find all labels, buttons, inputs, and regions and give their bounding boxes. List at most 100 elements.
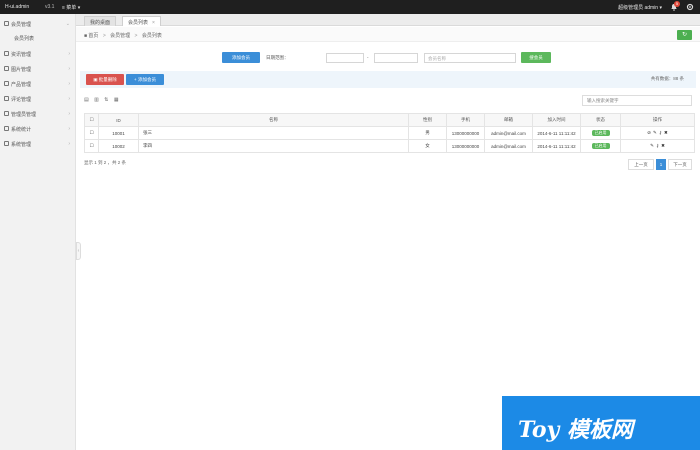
add-member-label: 添加会员 bbox=[137, 77, 156, 82]
cell-email: admin@mail.com bbox=[484, 139, 533, 153]
sidebar-item-admins[interactable]: 管理员管理 › bbox=[0, 108, 76, 120]
search-row: 添加会员 日期范围： - 会员名称 搜会员 bbox=[222, 52, 552, 64]
column-header[interactable]: ID bbox=[98, 113, 139, 127]
column-header[interactable]: 状态 bbox=[580, 113, 621, 127]
show-icon[interactable]: ▤ bbox=[84, 97, 89, 103]
user-icon bbox=[4, 21, 9, 26]
refresh-icon: ↻ bbox=[681, 32, 688, 38]
cell-date: 2014-6-11 11:11:42 bbox=[532, 126, 581, 140]
sidebar-item-images[interactable]: 图片管理 › bbox=[0, 63, 76, 75]
edit-icon[interactable]: ✎ bbox=[650, 143, 654, 148]
cell-phone: 13000000000 bbox=[446, 139, 485, 153]
sidebar-item-label: 产品管理 bbox=[11, 82, 32, 88]
product-icon bbox=[4, 81, 9, 86]
cell-id: 10002 bbox=[98, 139, 139, 153]
table-search-input[interactable]: 输入搜索关键字 bbox=[582, 95, 692, 106]
search-submit-button[interactable]: 搜会员 bbox=[521, 52, 551, 63]
table-header-row: ☐ ID 名称 性别 手机 邮箱 加入时间 状态 操作 bbox=[84, 113, 695, 127]
top-menu-toggle[interactable]: ≡ 菜单 ▾ bbox=[62, 4, 80, 11]
columns-icon[interactable]: ▥ bbox=[94, 97, 99, 103]
settings-icon[interactable] bbox=[686, 3, 694, 11]
column-header[interactable]: 手机 bbox=[446, 113, 485, 127]
breadcrumb-bar: ■ 首页 > 会员管理 > 会员列表 ↻ bbox=[76, 27, 700, 42]
sidebar-item-label: 系统管理 bbox=[11, 142, 32, 148]
refresh-button[interactable]: ↻ bbox=[677, 30, 692, 40]
table-row: ☐ 10001 张三 男 13000000000 admin@mail.com … bbox=[84, 126, 695, 140]
breadcrumb-separator: > bbox=[134, 33, 138, 39]
breadcrumb-level1[interactable]: 会员管理 bbox=[110, 33, 130, 39]
sidebar-item-members[interactable]: 会员管理 ⌄ bbox=[0, 18, 76, 30]
sidebar-item-stats[interactable]: 系统统计 › bbox=[0, 123, 76, 135]
breadcrumb-home[interactable]: 首页 bbox=[88, 33, 98, 39]
batch-delete-label: 批量删除 bbox=[98, 77, 117, 82]
sidebar-item-products[interactable]: 产品管理 › bbox=[0, 78, 76, 90]
column-header[interactable]: 邮箱 bbox=[484, 113, 533, 127]
cell-status: 已启用 bbox=[580, 139, 621, 153]
sidebar-collapse-handle[interactable]: ‹ bbox=[76, 242, 81, 260]
sidebar-item-news[interactable]: 资讯管理 › bbox=[0, 48, 76, 60]
column-header: 操作 bbox=[620, 113, 695, 127]
delete-icon[interactable]: ✖ bbox=[661, 143, 665, 148]
sidebar-item-label: 管理员管理 bbox=[11, 112, 37, 118]
column-header[interactable]: 性别 bbox=[408, 113, 447, 127]
sidebar-item-label: 系统统计 bbox=[11, 127, 32, 133]
chevron-right-icon: › bbox=[68, 96, 70, 102]
cell-date: 2014-6-11 11:11:42 bbox=[532, 139, 581, 153]
sidebar-item-comments[interactable]: 评论管理 › bbox=[0, 93, 76, 105]
select-all-checkbox[interactable]: ☐ bbox=[84, 113, 99, 127]
sidebar-item-member-list[interactable]: 会员列表 bbox=[0, 32, 76, 44]
comment-icon bbox=[4, 96, 9, 101]
news-icon bbox=[4, 51, 9, 56]
app-brand[interactable]: H-ui.admin bbox=[5, 4, 29, 10]
sidebar-item-label: 会员管理 bbox=[11, 22, 32, 28]
sidebar-item-label: 会员列表 bbox=[14, 36, 35, 42]
cell-gender: 女 bbox=[408, 139, 447, 153]
admin-icon bbox=[4, 111, 9, 116]
chevron-right-icon: › bbox=[68, 111, 70, 117]
cell-status: 已启用 bbox=[580, 126, 621, 140]
sidebar-item-label: 评论管理 bbox=[11, 97, 32, 103]
edit-icon[interactable]: ✎ bbox=[653, 130, 657, 135]
add-member-top-button[interactable]: 添加会员 bbox=[222, 52, 260, 63]
close-icon[interactable]: × bbox=[152, 20, 155, 26]
checkbox-icon: ☐ bbox=[89, 130, 94, 135]
sort-icon[interactable]: ⇅ bbox=[104, 97, 108, 103]
keyword-search-input[interactable]: 会员名称 bbox=[424, 53, 516, 63]
tab-label: 我的桌面 bbox=[90, 20, 111, 26]
member-table: ☐ ID 名称 性别 手机 邮箱 加入时间 状态 操作 ☐ 10001 张三 男… bbox=[84, 113, 695, 153]
chevron-down-icon: ⌄ bbox=[65, 21, 70, 27]
pagination: 上一页 1 下一页 bbox=[628, 159, 692, 170]
plus-icon: + bbox=[134, 77, 137, 82]
sidebar-item-label: 图片管理 bbox=[11, 67, 32, 73]
date-range-label: 日期范围： bbox=[266, 55, 289, 60]
cell-name[interactable]: 李四 bbox=[138, 139, 409, 153]
cell-ops: ⊘ ✎ ⚷ ✖ bbox=[620, 126, 695, 140]
column-header[interactable]: 加入时间 bbox=[532, 113, 581, 127]
date-to-input[interactable] bbox=[374, 53, 418, 63]
watermark-text: Toy 模板网 bbox=[518, 417, 633, 443]
disable-icon[interactable]: ⊘ bbox=[647, 130, 651, 135]
watermark-logo: Toy 模板网 bbox=[502, 396, 700, 450]
total-count: 共有数据：88 条 bbox=[650, 76, 684, 81]
tab-member-list[interactable]: 会员列表 × bbox=[122, 16, 161, 26]
key-icon[interactable]: ⚷ bbox=[656, 143, 659, 148]
delete-icon[interactable]: ✖ bbox=[664, 130, 668, 135]
add-member-button[interactable]: + 添加会员 bbox=[126, 74, 164, 85]
export-icon[interactable]: ▦ bbox=[114, 97, 119, 103]
tab-desktop[interactable]: 我的桌面 bbox=[84, 16, 117, 26]
date-from-input[interactable] bbox=[326, 53, 364, 63]
row-checkbox[interactable]: ☐ bbox=[84, 126, 99, 140]
prev-page-button[interactable]: 上一页 bbox=[628, 159, 654, 170]
column-header[interactable]: 名称 bbox=[138, 113, 409, 127]
user-menu[interactable]: 超级管理员 admin ▾ bbox=[618, 4, 662, 11]
breadcrumb-separator: > bbox=[102, 33, 106, 39]
row-checkbox[interactable]: ☐ bbox=[84, 139, 99, 153]
next-page-button[interactable]: 下一页 bbox=[668, 159, 692, 170]
key-icon[interactable]: ⚷ bbox=[659, 130, 662, 135]
sidebar-item-label: 资讯管理 bbox=[11, 52, 32, 58]
batch-delete-button[interactable]: ▣ 批量删除 bbox=[86, 74, 124, 85]
sidebar-item-system[interactable]: 系统管理 › bbox=[0, 138, 76, 150]
page-button-current[interactable]: 1 bbox=[656, 159, 666, 170]
cell-name[interactable]: 张三 bbox=[138, 126, 409, 140]
notification-badge: 5 bbox=[674, 1, 680, 7]
